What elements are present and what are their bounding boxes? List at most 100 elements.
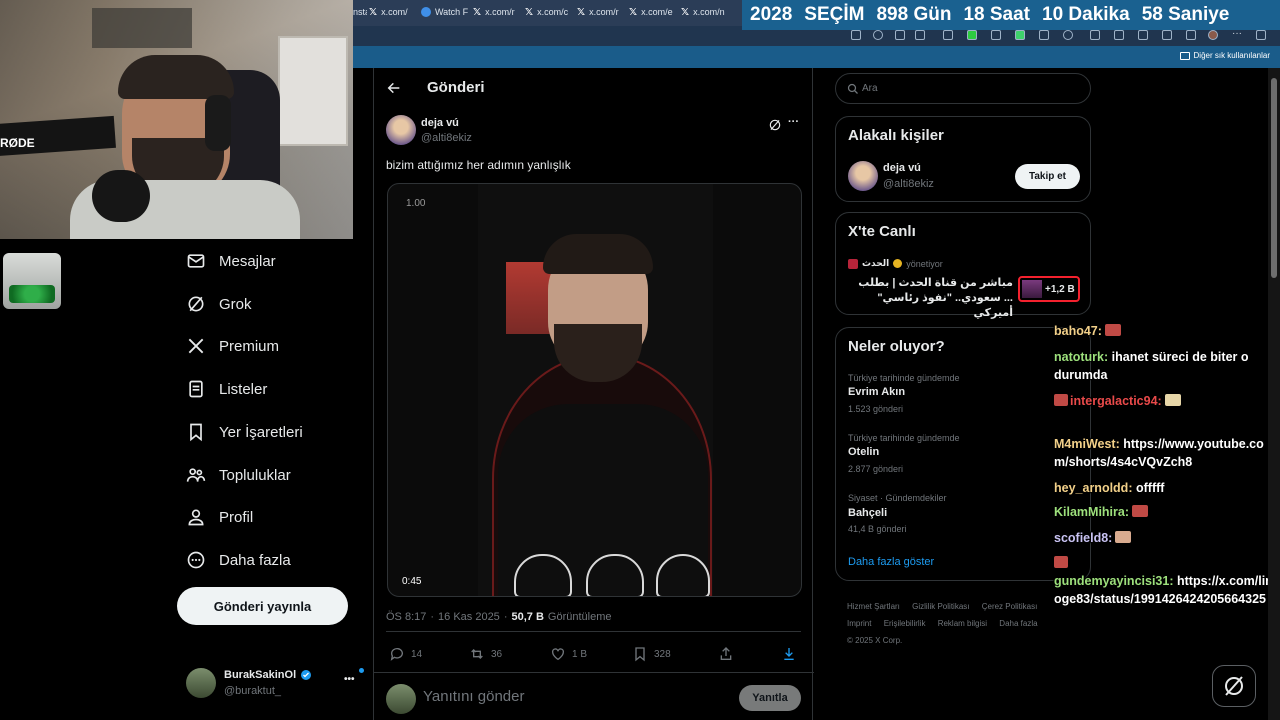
nav-profile[interactable]: Profil	[186, 502, 253, 532]
live-listeners-badge[interactable]: +1,2 B	[1018, 276, 1080, 302]
x-logo-icon: 𝕏	[525, 6, 534, 18]
download-button[interactable]	[781, 646, 797, 662]
nav-messages[interactable]: Mesajlar	[186, 246, 276, 276]
grok-explain-button[interactable]	[768, 118, 782, 132]
heart-icon[interactable]	[1162, 30, 1172, 40]
host-role: yönetiyor	[906, 258, 943, 269]
nav-communities[interactable]: Topluluklar	[186, 460, 291, 490]
footer-link[interactable]: Gizlilik Politikası	[912, 602, 969, 611]
post-meta: ÖS 8:17 · 16 Kas 2025 · 50,7 B Görüntüle…	[386, 611, 612, 623]
copilot-icon[interactable]	[1256, 30, 1266, 40]
favorite-star-icon[interactable]	[915, 30, 925, 40]
reply-input[interactable]: Yanıtını gönder	[423, 688, 524, 705]
footer-link[interactable]: Daha fazla	[999, 619, 1037, 628]
nav-label: Yer İşaretleri	[219, 423, 303, 441]
trend-name[interactable]: Otelin	[848, 446, 879, 458]
tab-label: x.com/c	[537, 7, 569, 17]
video-timestamp: 0:45	[402, 576, 422, 587]
avatar[interactable]	[848, 161, 878, 191]
page-scrollbar[interactable]	[1268, 68, 1280, 720]
nav-label: Daha fazla	[219, 551, 291, 569]
reply-count: 14	[411, 648, 423, 660]
browser-tab[interactable]: 𝕏x.com/c	[525, 3, 573, 21]
trend-name[interactable]: Evrim Akın	[848, 386, 905, 398]
extension-icon[interactable]	[1015, 30, 1025, 40]
other-favorites-folder[interactable]: Diğer sık kullanılanlar	[1179, 51, 1270, 60]
scrollbar-thumb[interactable]	[1271, 78, 1277, 278]
browser-tab[interactable]: 𝕏x.com/n	[681, 3, 729, 21]
heart-icon	[552, 648, 564, 661]
more-menu-icon[interactable]: ···	[1232, 29, 1242, 40]
bead-jar	[3, 253, 61, 309]
app-grid-icon[interactable]	[851, 30, 861, 40]
person-handle[interactable]: @alti8ekiz	[883, 178, 934, 190]
account-switcher[interactable]: BurakSakinOl @buraktut_ •••	[186, 668, 366, 702]
search-input[interactable]: Ara	[835, 73, 1091, 104]
nav-lists[interactable]: Listeler	[186, 374, 267, 404]
account-name: BurakSakinOl	[224, 669, 297, 681]
browser-tab[interactable]: 𝕏x.com/r	[577, 3, 625, 21]
nav-label: Premium	[219, 337, 280, 355]
repost-button[interactable]: 36	[469, 646, 502, 662]
author-avatar[interactable]	[386, 115, 416, 145]
extension-icon[interactable]	[1039, 30, 1049, 40]
reply-button[interactable]: 14	[389, 646, 422, 662]
follow-button[interactable]: Takip et	[1015, 164, 1080, 189]
emote-icon	[1164, 394, 1181, 406]
grok-floating-button[interactable]	[1212, 665, 1256, 707]
browser-tab[interactable]: 𝕏x.com/e	[629, 3, 677, 21]
reply-icon	[390, 648, 403, 661]
browser-tab[interactable]: nsta	[353, 3, 367, 21]
zoom-icon[interactable]	[873, 30, 883, 40]
more-options-icon[interactable]: ···	[788, 116, 799, 128]
read-aloud-icon[interactable]	[895, 30, 905, 40]
post-date[interactable]: 16 Kas 2025	[438, 611, 500, 623]
footer-link[interactable]: Erişilebilirlik	[884, 619, 926, 628]
live-title[interactable]: مباشر من قناة الحدث | بطلب ... سعودي.. "…	[848, 276, 1013, 321]
nav-grok[interactable]: Grok	[186, 289, 252, 319]
emote-icon	[1132, 505, 1149, 517]
footer-link[interactable]: Reklam bilgisi	[938, 619, 987, 628]
footer-link[interactable]: Imprint	[847, 619, 871, 628]
extension-icon[interactable]	[943, 30, 953, 40]
video-speed[interactable]: 1.00	[406, 198, 425, 209]
profile-avatar[interactable]	[1208, 30, 1218, 40]
show-more-link[interactable]: Daha fazla göster	[848, 556, 934, 568]
extension-icon[interactable]	[967, 30, 977, 40]
globe-icon	[421, 7, 431, 17]
bookmark-button[interactable]: 328	[632, 646, 671, 662]
reply-submit-button[interactable]: Yanıtla	[739, 685, 801, 711]
post-time[interactable]: ÖS 8:17	[386, 611, 426, 623]
author-handle[interactable]: @alti8ekiz	[421, 132, 472, 144]
person-name[interactable]: deja vú	[883, 162, 921, 174]
chat-message: scofield8:	[1054, 529, 1274, 547]
browser-tab[interactable]: 𝕏x.com/r	[473, 3, 521, 21]
favorites-icon[interactable]	[1114, 30, 1124, 40]
post-detail-column: Gönderi deja vú @alti8ekiz ··· bizim att…	[373, 68, 814, 720]
avatar	[386, 684, 416, 714]
nav-more[interactable]: Daha fazla	[186, 545, 291, 575]
browser-tab[interactable]: 𝕏x.com/	[369, 3, 417, 21]
share-button[interactable]	[718, 646, 734, 662]
browser-tab[interactable]: Watch F	[421, 3, 469, 21]
jar-beads	[9, 285, 55, 303]
post-button[interactable]: Gönderi yayınla	[177, 587, 348, 625]
footer-link[interactable]: Hizmet Şartları	[847, 602, 900, 611]
author-name[interactable]: deja vú	[421, 117, 459, 129]
downloads-icon[interactable]	[1186, 30, 1196, 40]
account-more-icon[interactable]: •••	[344, 674, 355, 685]
refresh-extension-icon[interactable]	[1063, 30, 1073, 40]
split-screen-icon[interactable]	[1090, 30, 1100, 40]
video-player[interactable]: 1.00 0:45	[387, 183, 802, 597]
nav-bookmarks[interactable]: Yer İşaretleri	[186, 417, 303, 447]
streamer-hair	[118, 55, 234, 99]
bookmark-count: 328	[654, 648, 671, 660]
extension-icon[interactable]	[991, 30, 1001, 40]
collections-icon[interactable]	[1138, 30, 1148, 40]
live-host-row[interactable]: الحدث yönetiyor	[848, 258, 943, 269]
footer-link[interactable]: Çerez Politikası	[982, 602, 1038, 611]
back-button[interactable]	[386, 80, 402, 96]
like-button[interactable]: 1 B	[550, 646, 587, 662]
trend-name[interactable]: Bahçeli	[848, 507, 887, 519]
nav-premium[interactable]: Premium	[186, 331, 279, 361]
